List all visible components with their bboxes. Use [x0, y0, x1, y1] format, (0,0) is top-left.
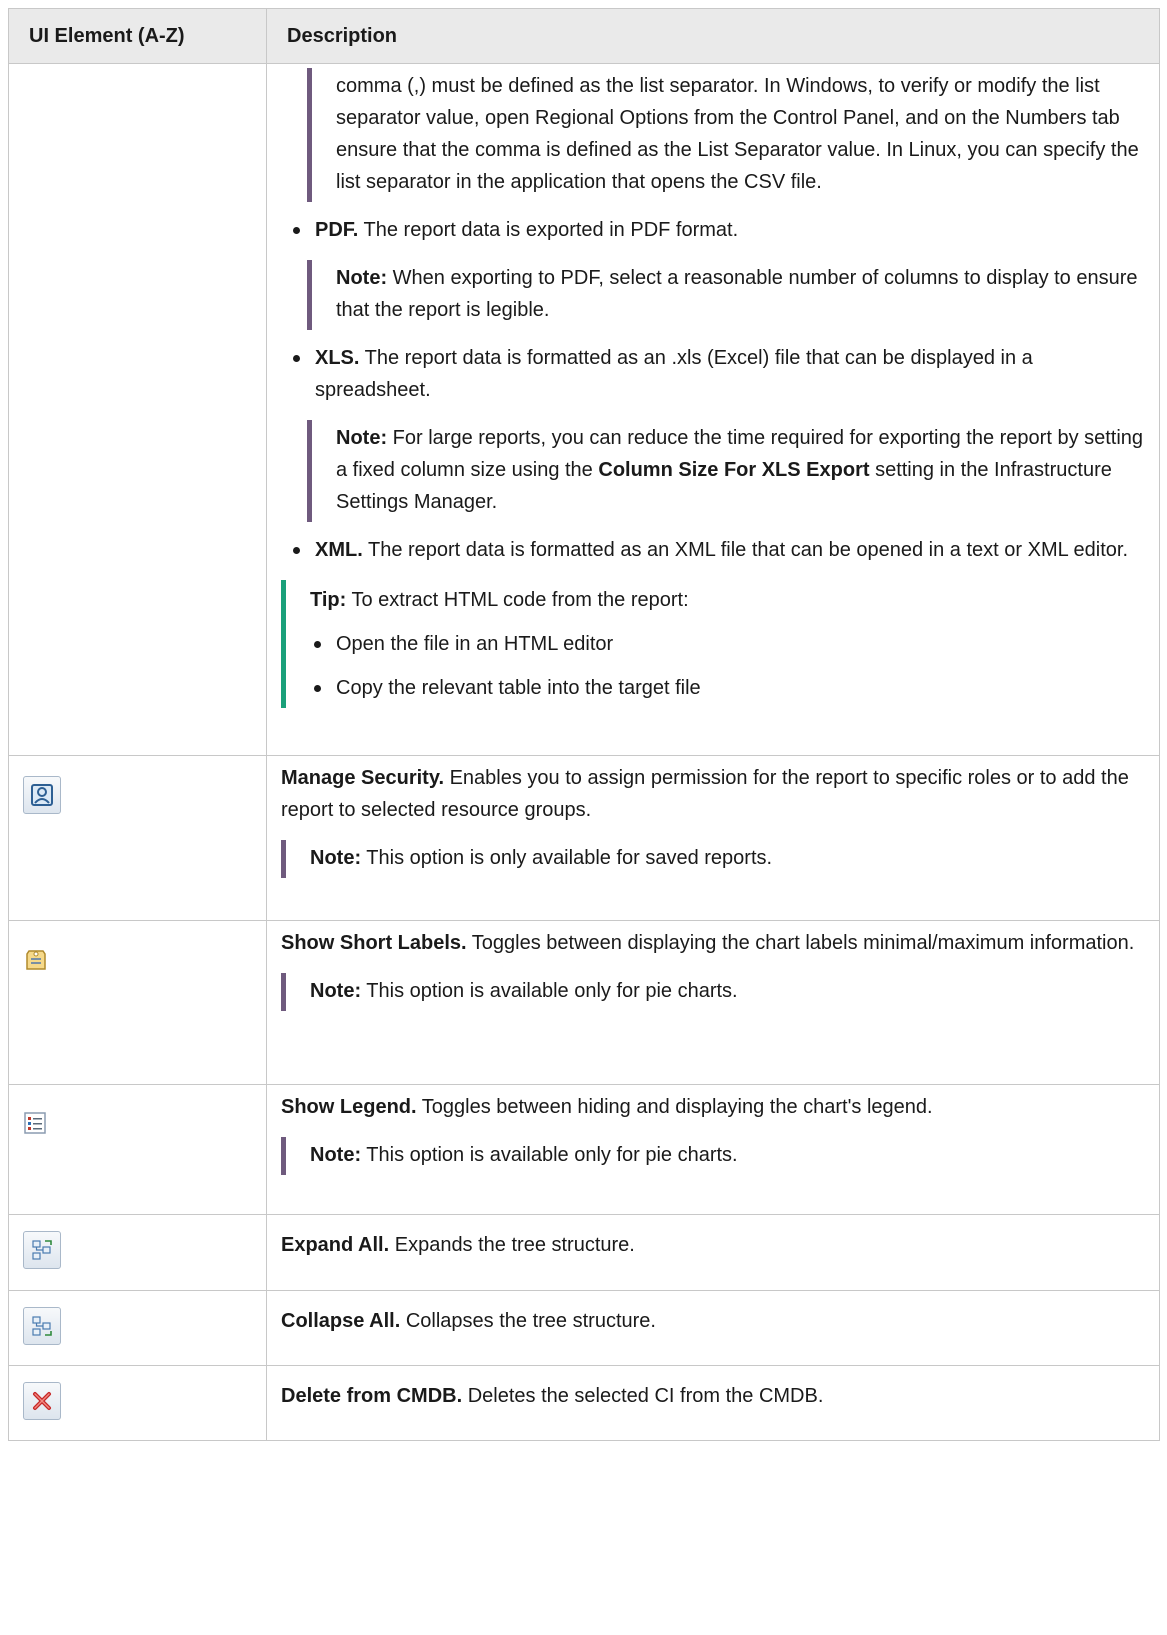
note-label: Note: — [310, 980, 362, 1002]
table-row-expand-all: Expand All. Expands the tree structure. — [8, 1214, 1160, 1291]
icon-cell — [8, 755, 267, 921]
icon-cell — [8, 1084, 267, 1215]
row-title: Show Legend. — [281, 1096, 417, 1118]
table-row-collapse-all: Collapse All. Collapses the tree structu… — [8, 1290, 1160, 1366]
row-text: Toggles between displaying the chart lab… — [466, 932, 1135, 954]
row-title: Delete from CMDB. — [281, 1385, 463, 1407]
csv-note-text: comma (,) must be defined as the list se… — [336, 75, 1139, 193]
tip-list-item: Copy the relevant table into the target … — [310, 672, 1145, 704]
icon-cell — [8, 1290, 267, 1366]
xls-note: Note: For large reports, you can reduce … — [307, 420, 1145, 522]
table-header-row: UI Element (A-Z) Description — [8, 8, 1160, 64]
table-row-show-short-labels: Show Short Labels. Toggles between displ… — [8, 920, 1160, 1085]
row-description: Show Legend. Toggles between hiding and … — [281, 1091, 1145, 1123]
column-header-description: Description — [266, 8, 1160, 64]
list-item-xml: XML. The report data is formatted as an … — [289, 534, 1145, 566]
row-text: Expands the tree structure. — [389, 1234, 635, 1256]
table-row-delete: Delete from CMDB. Deletes the selected C… — [8, 1365, 1160, 1441]
table-row-manage-security: Manage Security. Enables you to assign p… — [8, 755, 1160, 921]
list-item-xls: XLS. The report data is formatted as an … — [289, 342, 1145, 406]
row-text: Collapses the tree structure. — [400, 1310, 656, 1332]
pdf-note-text: When exporting to PDF, select a reasonab… — [336, 267, 1138, 321]
csv-note: comma (,) must be defined as the list se… — [307, 68, 1145, 202]
show-legend-icon[interactable] — [23, 1105, 59, 1141]
description-cell: Collapse All. Collapses the tree structu… — [266, 1290, 1160, 1366]
note-text: This option is only available for saved … — [361, 847, 773, 869]
row-description: Collapse All. Collapses the tree structu… — [281, 1305, 1145, 1337]
xls-note-setting-name: Column Size For XLS Export — [598, 459, 870, 481]
delete-icon[interactable] — [23, 1382, 61, 1420]
xls-label: XLS. — [315, 347, 360, 369]
note-text: This option is available only for pie ch… — [361, 1144, 738, 1166]
tip-label: Tip: — [310, 589, 347, 611]
tip-text: To extract HTML code from the report: — [346, 589, 689, 611]
expand-all-icon[interactable] — [23, 1231, 61, 1269]
manage-security-icon[interactable] — [23, 776, 61, 814]
page: UI Element (A-Z) Description comma (,) m… — [0, 0, 1167, 1635]
description-cell: Delete from CMDB. Deletes the selected C… — [266, 1365, 1160, 1441]
tip-list-item: Open the file in an HTML editor — [310, 628, 1145, 660]
note-label: Note: — [310, 1144, 362, 1166]
row-note: Note: This option is only available for … — [281, 840, 1145, 878]
note-label: Note: — [336, 427, 388, 449]
note-label: Note: — [310, 847, 362, 869]
xls-text: The report data is formatted as an .xls … — [315, 347, 1033, 401]
description-cell: Show Short Labels. Toggles between displ… — [266, 920, 1160, 1085]
row-description: Expand All. Expands the tree structure. — [281, 1229, 1145, 1261]
table-row-export: comma (,) must be defined as the list se… — [8, 63, 1160, 756]
table-row-show-legend: Show Legend. Toggles between hiding and … — [8, 1084, 1160, 1215]
row-title: Expand All. — [281, 1234, 390, 1256]
pdf-note: Note: When exporting to PDF, select a re… — [307, 260, 1145, 330]
icon-cell — [8, 1214, 267, 1291]
pdf-text: The report data is exported in PDF forma… — [358, 219, 739, 241]
row-note: Note: This option is available only for … — [281, 1137, 1145, 1175]
note-text: This option is available only for pie ch… — [361, 980, 738, 1002]
row-description: Show Short Labels. Toggles between displ… — [281, 927, 1145, 959]
pdf-label: PDF. — [315, 219, 359, 241]
icon-cell — [8, 1365, 267, 1441]
xml-label: XML. — [315, 539, 363, 561]
row-text: Toggles between hiding and displaying th… — [416, 1096, 933, 1118]
description-cell: comma (,) must be defined as the list se… — [266, 63, 1160, 756]
note-label: Note: — [336, 267, 388, 289]
row-description: Manage Security. Enables you to assign p… — [281, 762, 1145, 826]
icon-cell-empty — [8, 63, 267, 756]
row-title: Collapse All. — [281, 1310, 401, 1332]
tip-heading: Tip: To extract HTML code from the repor… — [310, 584, 1145, 616]
icon-cell — [8, 920, 267, 1085]
description-cell: Show Legend. Toggles between hiding and … — [266, 1084, 1160, 1215]
row-text: Deletes the selected CI from the CMDB. — [462, 1385, 824, 1407]
row-title: Show Short Labels. — [281, 932, 467, 954]
show-short-labels-icon[interactable] — [23, 941, 59, 977]
description-cell: Expand All. Expands the tree structure. — [266, 1214, 1160, 1291]
list-item-pdf: PDF. The report data is exported in PDF … — [289, 214, 1145, 246]
description-cell: Manage Security. Enables you to assign p… — [266, 755, 1160, 921]
row-title: Manage Security. — [281, 767, 445, 789]
ui-elements-table: UI Element (A-Z) Description comma (,) m… — [8, 8, 1160, 1441]
column-header-ui-element: UI Element (A-Z) — [8, 8, 267, 64]
tip-box: Tip: To extract HTML code from the repor… — [281, 580, 1145, 708]
xml-text: The report data is formatted as an XML f… — [362, 539, 1129, 561]
collapse-all-icon[interactable] — [23, 1307, 61, 1345]
row-description: Delete from CMDB. Deletes the selected C… — [281, 1380, 1145, 1412]
row-note: Note: This option is available only for … — [281, 973, 1145, 1011]
